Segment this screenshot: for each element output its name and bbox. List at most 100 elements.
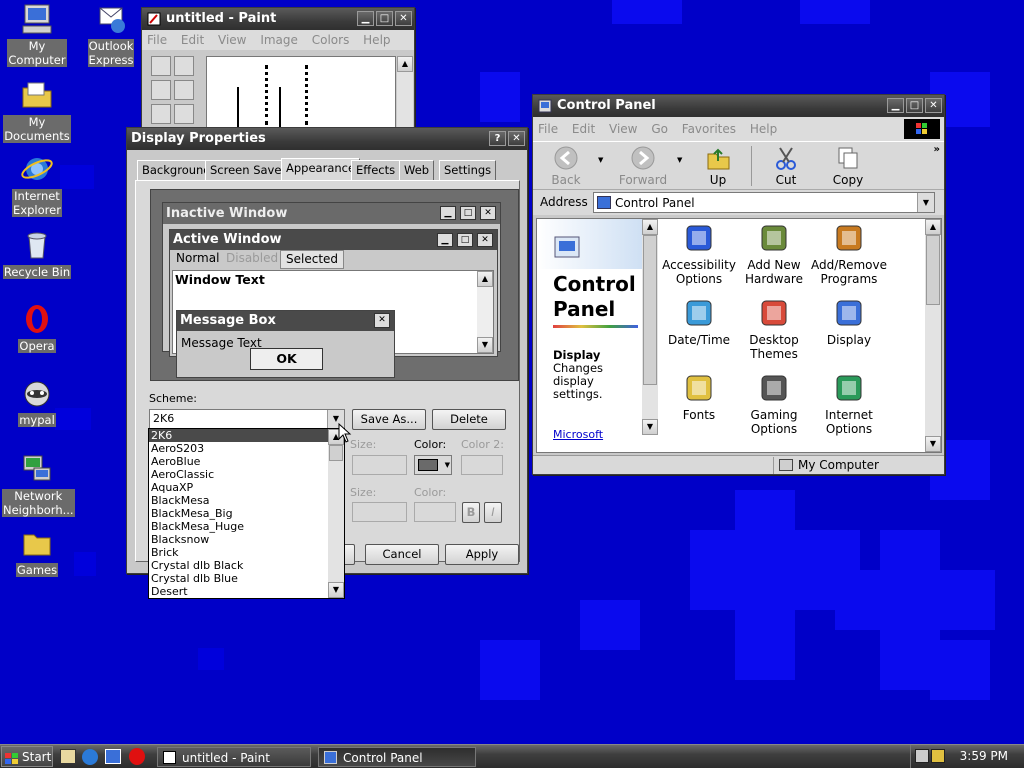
desktop-icon-opera[interactable]: Opera [2,302,72,353]
copy-button[interactable]: Copy [823,145,873,186]
start-button[interactable]: Start [1,746,53,767]
desktop-icon-outlook-express[interactable]: Outlook Express [76,2,146,67]
menu-view[interactable]: View [218,33,246,47]
tab-background[interactable]: Background [137,160,216,180]
address-field[interactable]: Control Panel ▼ [593,192,935,213]
desktop-icon-my-documents[interactable]: My Documents [2,78,72,143]
desktop-icon-internet-explorer[interactable]: Internet Explorer [2,152,72,217]
desktop-icon-my-computer[interactable]: My Computer [2,2,72,67]
control-panel-item[interactable]: Date/Time [659,296,739,347]
tab-settings[interactable]: Settings [439,160,497,180]
quicklaunch-outlook-icon[interactable] [105,749,121,764]
scheme-option[interactable]: BlackMesa_Big [149,507,344,520]
forward-dropdown-icon[interactable]: ▼ [677,156,682,164]
control-panel-item[interactable]: Gaming Options [734,371,814,436]
back-dropdown-icon[interactable]: ▼ [598,156,603,164]
close-button[interactable]: ✕ [925,98,942,113]
display-title-bar[interactable]: Display Properties ? ✕ [127,128,527,150]
desktop-icon-network-neighborhood[interactable]: Network Neighborh... [2,452,75,517]
fill-tool-icon[interactable] [174,80,194,100]
paint-scrollbar[interactable]: ▲ [397,56,413,136]
magnifier-tool-icon[interactable] [174,104,194,124]
italic-button[interactable]: I [484,502,502,523]
scheme-option[interactable]: AeroBlue [149,455,344,468]
toolbar-overflow-icon[interactable]: » [934,144,940,155]
delete-button[interactable]: Delete [432,409,506,430]
scheme-option[interactable]: Crystal dlb Black [149,559,344,572]
tab-web[interactable]: Web [399,160,435,180]
minimize-button[interactable]: ▁ [357,11,374,26]
menu-help[interactable]: Help [363,33,390,47]
content-scrollbar[interactable]: ▲ ▼ [925,219,941,452]
quicklaunch-ie-icon[interactable] [82,749,98,765]
back-button[interactable]: Back [541,145,591,186]
maximize-button[interactable]: □ [906,98,923,113]
menu-go[interactable]: Go [651,122,668,136]
help-button[interactable]: ? [489,131,506,146]
menu-view[interactable]: View [609,122,637,136]
bold-button[interactable]: B [462,502,480,523]
control-panel-item[interactable]: Add New Hardware [734,221,814,286]
control-panel-item[interactable]: Internet Options [809,371,889,436]
eraser-tool-icon[interactable] [151,80,171,100]
desktop-icon-mypal[interactable]: mypal [2,376,72,427]
control-panel-window[interactable]: Control Panel ▁ □ ✕ File Edit View Go Fa… [532,94,945,475]
forward-button[interactable]: Forward [615,145,671,186]
scheme-option[interactable]: BlackMesa_Huge [149,520,344,533]
menu-edit[interactable]: Edit [572,122,595,136]
scheme-option[interactable]: AeroS203 [149,442,344,455]
control-panel-item[interactable]: Add/Remove Programs [809,221,889,286]
close-button[interactable]: ✕ [395,11,412,26]
paint-title-bar[interactable]: untitled - Paint ▁ □ ✕ [142,8,414,30]
scheme-option[interactable]: AeroClassic [149,468,344,481]
tab-screen-saver[interactable]: Screen Saver [205,160,292,180]
menu-colors[interactable]: Colors [312,33,350,47]
desktop-icon-games[interactable]: Games [2,526,72,577]
scheme-option[interactable]: BlackMesa [149,494,344,507]
quicklaunch-opera-icon[interactable] [129,748,145,765]
scheme-option[interactable]: Brick [149,546,344,559]
chevron-down-icon[interactable]: ▼ [917,193,934,212]
taskbar-item-control-panel[interactable]: Control Panel [318,747,476,767]
scheme-option[interactable]: Crystal dlb Blue [149,572,344,585]
menu-file[interactable]: File [147,33,167,47]
picker-tool-icon[interactable] [151,104,171,124]
control-panel-item[interactable]: Fonts [659,371,739,422]
up-button[interactable]: Up [693,145,743,186]
paint-window[interactable]: untitled - Paint ▁ □ ✕ File Edit View Im… [141,7,415,137]
minimize-button[interactable]: ▁ [887,98,904,113]
taskbar-item-paint[interactable]: untitled - Paint [157,747,311,767]
maximize-button[interactable]: □ [376,11,393,26]
menu-edit[interactable]: Edit [181,33,204,47]
paint-canvas[interactable] [206,56,396,136]
sidebar-scrollbar[interactable]: ▲ ▼ [642,219,658,435]
cpanel-title-bar[interactable]: Control Panel ▁ □ ✕ [533,95,944,117]
scheme-list-scrollbar[interactable]: ▲ ▼ [328,429,344,598]
scheme-option[interactable]: 2K6 [149,429,344,442]
rect-select-tool-icon[interactable] [174,56,194,76]
menu-favorites[interactable]: Favorites [682,122,736,136]
apply-button[interactable]: Apply [445,544,519,565]
menu-image[interactable]: Image [260,33,298,47]
quicklaunch-desktop-icon[interactable] [60,749,76,764]
tab-effects[interactable]: Effects [351,160,401,180]
scheme-option[interactable]: Desert [149,585,344,598]
select-tool-icon[interactable] [151,56,171,76]
menu-file[interactable]: File [538,122,558,136]
tray-volume-icon[interactable] [931,749,945,763]
close-button[interactable]: ✕ [508,131,525,146]
tray-network-icon[interactable] [915,749,929,763]
scheme-option[interactable]: Blacksnow [149,533,344,546]
cancel-button[interactable]: Cancel [365,544,439,565]
desktop-icon-recycle-bin[interactable]: Recycle Bin [2,228,72,279]
color-picker[interactable]: ▼ [414,455,452,475]
control-panel-item[interactable]: Display [809,296,889,347]
sidebar-link[interactable]: Microsoft [553,428,603,441]
clock[interactable]: 3:59 PM [960,749,1008,763]
scheme-dropdown-list[interactable]: 2K6 AeroS203 AeroBlue AeroClassic AquaXP Blac… [148,428,345,599]
control-panel-item[interactable]: Accessibility Options [659,221,739,286]
save-as-button[interactable]: Save As... [352,409,426,430]
control-panel-item[interactable]: Desktop Themes [734,296,814,361]
scheme-dropdown[interactable]: 2K6 ▼ [149,409,345,429]
cut-button[interactable]: Cut [761,145,811,186]
